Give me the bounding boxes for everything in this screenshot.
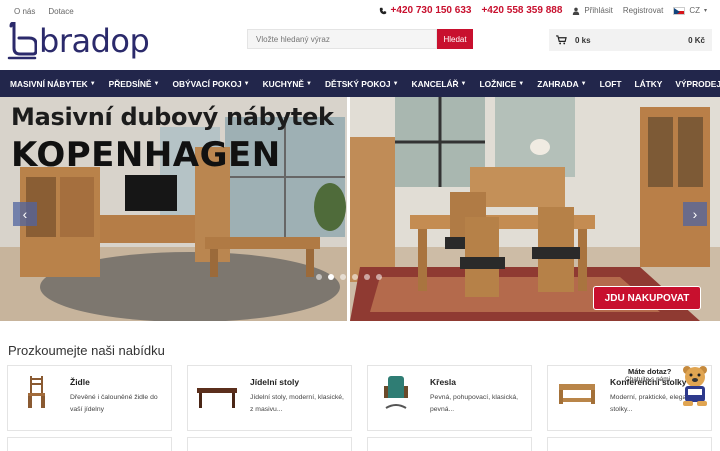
nav-label: KUCHYNĚ — [262, 78, 305, 89]
caret-down-icon: ▼ — [89, 80, 96, 87]
chair-icon — [28, 376, 45, 408]
cart-count: 0 ks — [575, 35, 591, 45]
carousel-dot[interactable] — [376, 274, 382, 280]
phone-icon — [379, 7, 386, 14]
category-card-partial[interactable] — [367, 437, 532, 451]
logo-text: bradop — [39, 22, 150, 60]
nav-item-fabrics[interactable]: LÁTKY — [634, 79, 662, 89]
nav-item-garden[interactable]: ZAHRADA ▼ — [537, 79, 586, 89]
category-card-partial[interactable] — [187, 437, 352, 451]
carousel-dots — [316, 274, 382, 280]
caret-down-icon: ▼ — [518, 80, 525, 87]
caret-down-icon: ▼ — [153, 80, 160, 87]
cz-flag-icon — [673, 6, 686, 15]
phone-2-text: +420 558 359 888 — [481, 5, 563, 16]
top-bar: O nás Dotace +420 730 150 633 +420 558 3… — [0, 0, 720, 22]
category-card-partial[interactable] — [7, 437, 172, 451]
category-name: Křesla — [430, 377, 456, 387]
nav-label: OBÝVACÍ POKOJ — [172, 78, 242, 89]
coffee-table-icon — [559, 384, 595, 404]
register-link[interactable]: Registrovat — [623, 6, 663, 15]
nav-item-kids-room[interactable]: DĚTSKÝ POKOJ ▼ — [325, 79, 399, 89]
top-right: +420 730 150 633 +420 558 359 888 Přihlá… — [379, 5, 707, 16]
search-input[interactable] — [247, 29, 437, 49]
search-bar: Hledat — [247, 29, 473, 49]
phone-1[interactable]: +420 730 150 633 — [379, 5, 472, 16]
carousel-prev-button[interactable]: ‹ — [13, 202, 37, 226]
chevron-right-icon: › — [692, 206, 698, 222]
nav-item-hallway[interactable]: PŘEDSÍNĚ ▼ — [109, 79, 160, 89]
category-card-partial[interactable] — [547, 437, 712, 451]
logo-mark-icon — [7, 22, 37, 60]
carousel-dot-active[interactable] — [328, 274, 334, 280]
caret-down-icon: ▼ — [243, 80, 250, 87]
subsidy-link[interactable]: Dotace — [48, 7, 73, 16]
nav-label: LOŽNICE — [479, 78, 517, 89]
carousel-dot[interactable] — [364, 274, 370, 280]
caret-down-icon: ▼ — [460, 80, 467, 87]
nav-item-bedroom[interactable]: LOŽNICE ▼ — [480, 79, 525, 89]
section-title: Prozkoumejte naši nabídku — [8, 343, 165, 358]
nav-label: ZAHRADA — [537, 78, 579, 89]
hero-title: Masivní dubový nábytek — [11, 103, 334, 131]
login-link[interactable]: Přihlásit — [572, 6, 613, 15]
cart-total: 0 Kč — [688, 35, 705, 45]
category-name: Židle — [70, 377, 90, 387]
user-icon — [573, 7, 580, 15]
carousel-dot[interactable] — [316, 274, 322, 280]
carousel-dot[interactable] — [352, 274, 358, 280]
nav-label: MASIVNÍ NÁBYTEK — [10, 78, 88, 89]
nav-item-living-room[interactable]: OBÝVACÍ POKOJ ▼ — [172, 79, 249, 89]
armchair-icon — [384, 376, 408, 409]
hero-banner[interactable]: Masivní dubový nábytek KOPENHAGEN ‹ › JD… — [0, 97, 720, 321]
category-desc: Jídelní stoly, moderní, klasické, z masi… — [250, 394, 344, 413]
category-card-dining-tables[interactable]: Jídelní stoly Jídelní stoly, moderní, kl… — [187, 365, 352, 431]
nav-item-kitchen[interactable]: KUCHYNĚ ▼ — [263, 79, 312, 89]
nav-label: DĚTSKÝ POKOJ — [324, 78, 391, 89]
top-links: O nás Dotace — [14, 7, 74, 16]
phone-2[interactable]: +420 558 359 888 — [481, 5, 562, 16]
about-link[interactable]: O nás — [14, 7, 35, 16]
main-nav: MASIVNÍ NÁBYTEK ▼ PŘEDSÍNĚ ▼ OBÝVACÍ POKOJ… — [0, 70, 720, 97]
caret-down-icon: ▼ — [306, 80, 312, 87]
nav-label: LOFT — [599, 78, 622, 89]
chat-subtitle: Chatujte s námi — [625, 376, 671, 383]
hero-subtitle: KOPENHAGEN — [11, 135, 281, 175]
nav-item-loft[interactable]: LOFT — [600, 79, 622, 89]
cart-widget[interactable]: 0 ks 0 Kč — [549, 29, 712, 51]
mascot-bear-icon — [683, 366, 707, 406]
carousel-next-button[interactable]: › — [683, 202, 707, 226]
category-desc: Pevná, pohupovací, klasická, pevná... — [430, 394, 519, 413]
site-logo[interactable]: bradop — [7, 22, 150, 60]
nav-label: LÁTKY — [634, 78, 663, 89]
caret-down-icon: ▼ — [392, 80, 399, 87]
language-select[interactable]: CZ ▾ — [673, 6, 707, 15]
chat-widget[interactable]: Máte dotaz? Chatujte s námi — [625, 365, 715, 407]
category-name: Jídelní stoly — [250, 377, 300, 387]
chat-question: Máte dotaz? — [628, 367, 672, 376]
nav-item-sale[interactable]: VÝPRODEJ — [675, 79, 720, 89]
nav-label: KANCELÁŘ — [411, 78, 459, 89]
dining-table-icon — [197, 388, 237, 408]
nav-label: PŘEDSÍNĚ — [108, 78, 152, 89]
category-card-chairs[interactable]: Židle Dřevěné i čalouněné židle do vaší … — [7, 365, 172, 431]
language-label: CZ — [689, 6, 700, 15]
nav-item-office[interactable]: KANCELÁŘ ▼ — [412, 79, 467, 89]
caret-down-icon: ▼ — [580, 80, 587, 87]
login-label: Přihlásit — [584, 6, 613, 15]
phone-1-text: +420 730 150 633 — [390, 5, 472, 16]
nav-item-solid-wood[interactable]: MASIVNÍ NÁBYTEK ▼ — [10, 79, 96, 89]
cart-icon — [556, 35, 567, 45]
category-desc: Dřevěné i čalouněné židle do vaší jídeln… — [70, 394, 158, 413]
search-button[interactable]: Hledat — [437, 29, 473, 49]
nav-label: VÝPRODEJ — [675, 78, 720, 89]
chevron-left-icon: ‹ — [22, 206, 28, 222]
shop-now-button[interactable]: JDU NAKUPOVAT — [593, 286, 701, 310]
chevron-down-icon: ▾ — [703, 8, 707, 14]
carousel-dot[interactable] — [340, 274, 346, 280]
category-card-armchairs[interactable]: Křesla Pevná, pohupovací, klasická, pevn… — [367, 365, 532, 431]
